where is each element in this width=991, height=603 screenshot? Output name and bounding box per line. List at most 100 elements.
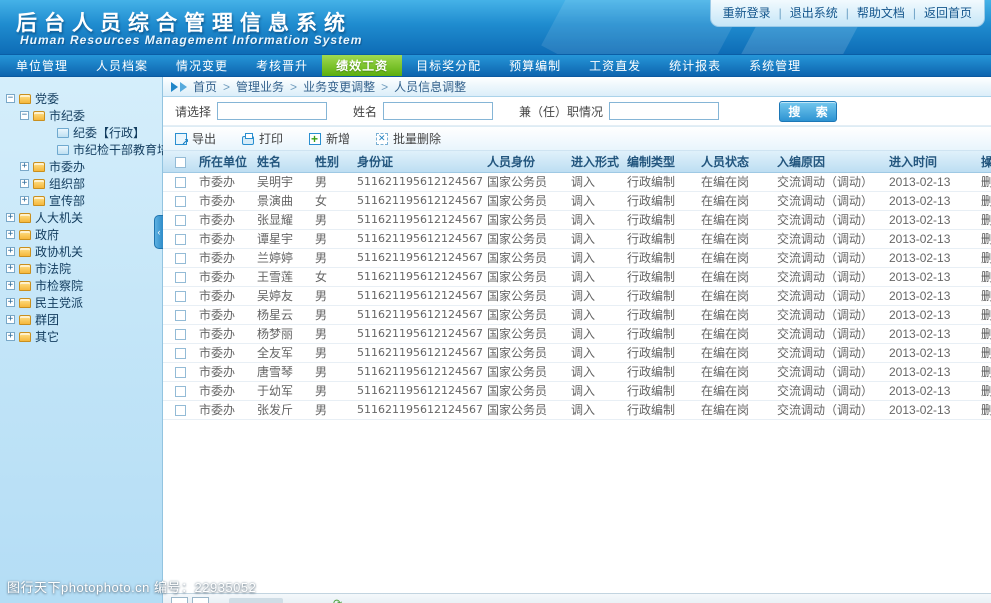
sidebar-tree-item-市委办[interactable]: +市委办	[0, 158, 162, 175]
filter-group-job: 兼（任）职情况	[519, 102, 719, 120]
row-checkbox[interactable]	[175, 177, 186, 188]
plus-box-icon[interactable]: +	[6, 230, 15, 239]
pagination-ghost	[229, 598, 283, 603]
cell-reason: 交流调动（调动）	[775, 305, 887, 324]
cell-identity: 国家公务员	[485, 362, 569, 381]
delete-link[interactable]: 删除	[981, 384, 991, 398]
table-row: 市委办张显耀男511621195612124567国家公务员调入行政编制在编在岗…	[163, 210, 991, 229]
sidebar-tree-item-民主党派[interactable]: +民主党派	[0, 294, 162, 311]
nav-item-系统管理[interactable]: 系统管理	[735, 55, 815, 76]
delete-link[interactable]: 删除	[981, 289, 991, 303]
cell-status: 在编在岗	[699, 343, 775, 362]
breadcrumb-item-人员信息调整[interactable]: 人员信息调整	[375, 80, 466, 94]
breadcrumb-item-业务变更调整[interactable]: 业务变更调整	[284, 80, 375, 94]
tree-node-label: 群团	[35, 311, 59, 328]
page-size-box[interactable]	[171, 597, 188, 603]
sidebar-tree-item-纪委【行政】[interactable]: 纪委【行政】	[0, 124, 162, 141]
top-link-返回首页[interactable]: 返回首页	[905, 4, 972, 21]
row-checkbox[interactable]	[175, 367, 186, 378]
row-checkbox[interactable]	[175, 196, 186, 207]
plus-box-icon[interactable]: +	[6, 281, 15, 290]
minus-box-icon[interactable]: −	[20, 111, 29, 120]
breadcrumb-item-管理业务[interactable]: 管理业务	[217, 80, 284, 94]
nav-item-工资直发[interactable]: 工资直发	[575, 55, 655, 76]
sidebar-tree-item-市纪委[interactable]: −市纪委	[0, 107, 162, 124]
sidebar-tree-item-政协机关[interactable]: +政协机关	[0, 243, 162, 260]
plus-box-icon[interactable]: +	[20, 162, 29, 171]
plus-box-icon[interactable]: +	[20, 196, 29, 205]
toolbar-button-新增[interactable]: 新增	[309, 130, 350, 147]
row-checkbox[interactable]	[175, 234, 186, 245]
sidebar-tree-item-组织部[interactable]: +组织部	[0, 175, 162, 192]
row-checkbox[interactable]	[175, 348, 186, 359]
nav-item-单位管理[interactable]: 单位管理	[2, 55, 82, 76]
sidebar-tree-item-党委[interactable]: −党委	[0, 90, 162, 107]
plus-box-icon[interactable]: +	[6, 213, 15, 222]
plus-box-icon[interactable]: +	[20, 179, 29, 188]
cell-entry: 调入	[569, 305, 625, 324]
cell-name: 吴明宇	[255, 172, 313, 191]
delete-link[interactable]: 删除	[981, 232, 991, 246]
page-nav-box[interactable]	[192, 597, 209, 603]
plus-box-icon[interactable]: +	[6, 247, 15, 256]
sidebar-tree-item-市纪检干部教育培训中心[interactable]: 市纪检干部教育培训中心	[0, 141, 162, 158]
sidebar-tree-item-人大机关[interactable]: +人大机关	[0, 209, 162, 226]
select-all-checkbox[interactable]	[175, 157, 186, 168]
cell-operations: 删除修改	[979, 400, 991, 419]
nav-item-目标奖分配[interactable]: 目标奖分配	[402, 55, 495, 76]
delete-link[interactable]: 删除	[981, 327, 991, 341]
cell-id: 511621195612124567	[355, 400, 485, 419]
nav-item-情况变更[interactable]: 情况变更	[162, 55, 242, 76]
delete-link[interactable]: 删除	[981, 346, 991, 360]
sidebar-collapse-handle[interactable]: ‹	[154, 215, 163, 249]
row-checkbox[interactable]	[175, 291, 186, 302]
toolbar-button-导出[interactable]: 导出	[175, 130, 216, 147]
nav-item-绩效工资[interactable]: 绩效工资	[322, 55, 402, 76]
delete-link[interactable]: 删除	[981, 270, 991, 284]
plus-box-icon[interactable]: +	[6, 332, 15, 341]
delete-link[interactable]: 删除	[981, 308, 991, 322]
plus-box-icon[interactable]: +	[6, 298, 15, 307]
name-field[interactable]	[383, 102, 493, 120]
delete-link[interactable]: 删除	[981, 365, 991, 379]
sidebar-tree-item-群团[interactable]: + 群团	[0, 311, 162, 328]
nav-item-考核晋升[interactable]: 考核晋升	[242, 55, 322, 76]
cell-unit: 市委办	[197, 324, 255, 343]
sidebar-tree-item-宣传部[interactable]: +宣传部	[0, 192, 162, 209]
toolbar-button-批量删除[interactable]: 批量删除	[376, 130, 441, 147]
job-field[interactable]	[609, 102, 719, 120]
personnel-table: 所在单位姓名性别身份证人员身份进入形式编制类型人员状态入编原因进入时间操作 市委…	[163, 151, 991, 420]
delete-link[interactable]: 删除	[981, 194, 991, 208]
top-link-退出系统[interactable]: 退出系统	[771, 4, 838, 21]
delete-link[interactable]: 删除	[981, 175, 991, 189]
delete-link[interactable]: 删除	[981, 251, 991, 265]
sidebar-tree-item-市检察院[interactable]: +市检察院	[0, 277, 162, 294]
breadcrumb-item-首页[interactable]: 首页	[193, 80, 217, 94]
row-checkbox[interactable]	[175, 310, 186, 321]
sidebar-tree-item-其它[interactable]: +其它	[0, 328, 162, 345]
delete-link[interactable]: 删除	[981, 213, 991, 227]
nav-item-统计报表[interactable]: 统计报表	[655, 55, 735, 76]
plus-box-icon[interactable]: +	[6, 315, 15, 324]
row-checkbox[interactable]	[175, 253, 186, 264]
toolbar-button-打印[interactable]: 打印	[242, 130, 283, 147]
top-link-重新登录[interactable]: 重新登录	[723, 4, 771, 21]
row-checkbox[interactable]	[175, 272, 186, 283]
refresh-icon[interactable]: ⟳	[333, 597, 342, 603]
top-link-帮助文档[interactable]: 帮助文档	[838, 4, 905, 21]
unit-select-input[interactable]	[217, 102, 327, 120]
row-checkbox[interactable]	[175, 329, 186, 340]
minus-box-icon[interactable]: −	[6, 94, 15, 103]
search-button[interactable]: 搜 索	[779, 101, 837, 122]
row-checkbox[interactable]	[175, 215, 186, 226]
row-checkbox[interactable]	[175, 386, 186, 397]
nav-item-人员档案[interactable]: 人员档案	[82, 55, 162, 76]
delete-link[interactable]: 删除	[981, 403, 991, 417]
cell-name: 杨梦丽	[255, 324, 313, 343]
cell-identity: 国家公务员	[485, 210, 569, 229]
sidebar-tree-item-政府[interactable]: +政府	[0, 226, 162, 243]
row-checkbox[interactable]	[175, 405, 186, 416]
nav-item-预算编制[interactable]: 预算编制	[495, 55, 575, 76]
plus-box-icon[interactable]: +	[6, 264, 15, 273]
sidebar-tree-item-市法院[interactable]: +市法院	[0, 260, 162, 277]
